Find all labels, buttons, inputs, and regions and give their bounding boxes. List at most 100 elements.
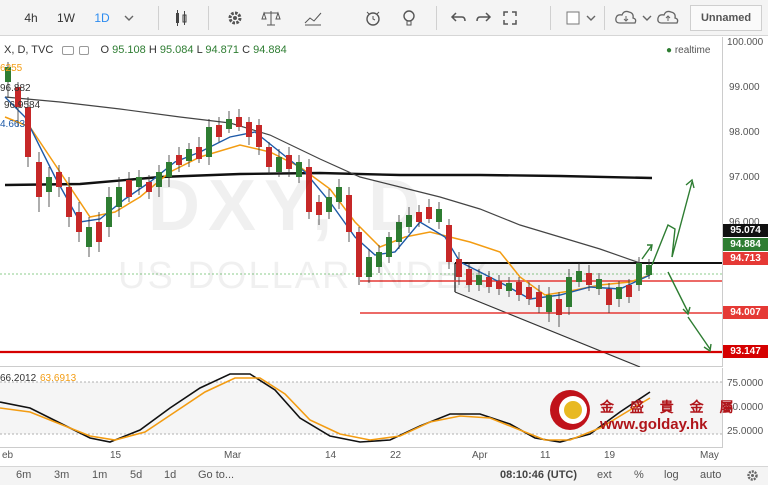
- osc-axis-label: 25.0000: [727, 426, 764, 437]
- interval-4h-button[interactable]: 4h: [18, 5, 44, 31]
- price-tag-resistance: 95.074: [723, 224, 768, 237]
- top-toolbar: 4h 1W 1D Unnamed: [0, 0, 768, 36]
- time-axis-label: 14: [325, 450, 337, 461]
- toolbar-separator: [208, 6, 209, 30]
- layout-square-icon[interactable]: [562, 5, 584, 31]
- redo-icon[interactable]: [472, 5, 496, 31]
- cloud-upload-icon[interactable]: [654, 5, 682, 31]
- toolbar-separator: [158, 6, 159, 30]
- cloud-download-icon[interactable]: [612, 5, 640, 31]
- time-axis-label: May: [700, 450, 719, 461]
- golday-url: www.golday.hk: [600, 416, 708, 433]
- candle-body: [206, 127, 212, 157]
- alert-clock-icon[interactable]: [360, 5, 386, 31]
- osc-axis-label: 75.0000: [727, 378, 764, 389]
- bottom-bar: 6m 3m 1m 5d 1d Go to... 08:10:46 (UTC) e…: [0, 466, 768, 485]
- candle-body: [176, 155, 182, 165]
- time-axis-label: 11: [540, 450, 551, 461]
- indicator-value-1: 6255: [0, 63, 23, 74]
- indicators-icon[interactable]: [300, 5, 326, 31]
- candle-body: [616, 287, 622, 299]
- candle-body: [196, 147, 202, 159]
- candles-chart-type-icon[interactable]: [168, 5, 194, 31]
- interval-dropdown-icon[interactable]: [122, 5, 136, 31]
- legend-eye-icon[interactable]: [62, 45, 75, 55]
- indicator-value-2: 96.882: [0, 83, 31, 94]
- price-axis-label: 99.000: [729, 82, 760, 93]
- time-axis[interactable]: eb 15 Mar 14 22 Apr 11 19 May: [0, 448, 768, 466]
- candle-body: [496, 281, 502, 289]
- load-dropdown-icon[interactable]: [640, 5, 654, 31]
- time-axis-label: Mar: [224, 450, 242, 461]
- candle-body: [46, 177, 52, 192]
- candle-body: [266, 147, 272, 167]
- candle-body: [106, 197, 112, 227]
- range-5d-button[interactable]: 5d: [130, 469, 142, 481]
- legend-settings-icon[interactable]: [79, 45, 90, 55]
- bear-arrow-1: [667, 271, 691, 316]
- candle-body: [516, 282, 522, 295]
- price-axis-label: 100.000: [727, 37, 764, 48]
- price-tag-support-1: 94.713: [723, 252, 768, 265]
- ext-toggle[interactable]: ext: [597, 469, 612, 481]
- candle-body: [116, 187, 122, 207]
- utc-clock[interactable]: 08:10:46 (UTC): [500, 469, 577, 481]
- symbol-label[interactable]: X, D, TVC: [4, 44, 53, 56]
- range-1m-button[interactable]: 1m: [92, 469, 107, 481]
- settings-gear-icon[interactable]: [746, 469, 759, 485]
- log-toggle[interactable]: log: [664, 469, 679, 481]
- price-axis-label: 98.000: [729, 127, 760, 138]
- candle-body: [216, 125, 222, 137]
- realtime-indicator: ● realtime: [666, 45, 711, 56]
- candle-body: [36, 162, 42, 197]
- candle-body: [226, 119, 232, 129]
- candle-body: [526, 287, 532, 299]
- range-3m-button[interactable]: 3m: [54, 469, 69, 481]
- candle-body: [556, 299, 562, 315]
- candle-body: [246, 122, 252, 137]
- range-1d-button[interactable]: 1d: [164, 469, 176, 481]
- toolbar-separator: [604, 6, 605, 30]
- bull-arrow-1: [641, 244, 653, 260]
- watermark-name: US DOLLAR INDEX: [118, 255, 491, 297]
- candle-body: [236, 117, 242, 127]
- candle-body: [136, 177, 142, 187]
- goto-button[interactable]: Go to...: [198, 469, 234, 481]
- layout-dropdown-icon[interactable]: [584, 5, 598, 31]
- ohlc-low: 94.871: [205, 44, 240, 56]
- time-axis-label: 19: [604, 450, 616, 461]
- candle-body: [126, 180, 132, 197]
- ideas-lightbulb-icon[interactable]: [396, 5, 422, 31]
- candle-body: [576, 271, 582, 282]
- candle-body: [536, 292, 542, 307]
- compare-scales-icon[interactable]: [258, 5, 284, 31]
- layout-name-button[interactable]: Unnamed: [690, 5, 762, 31]
- auto-toggle[interactable]: auto: [700, 469, 721, 481]
- price-tag-support-2: 94.007: [723, 306, 768, 319]
- candle-body: [546, 295, 552, 312]
- interval-1d-button[interactable]: 1D: [88, 5, 116, 31]
- chart-legend: X, D, TVC O 95.108 H 95.084 L 94.871 C 9…: [4, 44, 287, 56]
- fullscreen-icon[interactable]: [498, 5, 522, 31]
- watermark-symbol: DXY, D: [148, 166, 429, 246]
- golday-logo-icon: [550, 390, 590, 430]
- time-axis-label: 22: [390, 450, 402, 461]
- settings-gear-icon[interactable]: [222, 5, 248, 31]
- candle-body: [256, 125, 262, 147]
- interval-1w-button[interactable]: 1W: [52, 5, 80, 31]
- candle-body: [646, 265, 652, 275]
- candle-body: [596, 279, 602, 289]
- osc-value-1: 66.2012: [0, 373, 37, 384]
- percent-toggle[interactable]: %: [634, 469, 644, 481]
- bull-arrow-2: [671, 178, 695, 258]
- candle-body: [626, 285, 632, 297]
- golday-title: 金 盛 貴 金 屬: [600, 399, 740, 415]
- realtime-dot-icon: ●: [666, 45, 673, 56]
- range-6m-button[interactable]: 6m: [16, 469, 31, 481]
- price-tag-current: 94.884: [723, 238, 768, 251]
- candle-body: [436, 209, 442, 222]
- candle-body: [96, 222, 102, 242]
- undo-icon[interactable]: [446, 5, 470, 31]
- bull-path: [651, 223, 676, 266]
- main-chart-pane[interactable]: DXY, D US DOLLAR INDEX 6255 96.882 96.95…: [0, 37, 722, 367]
